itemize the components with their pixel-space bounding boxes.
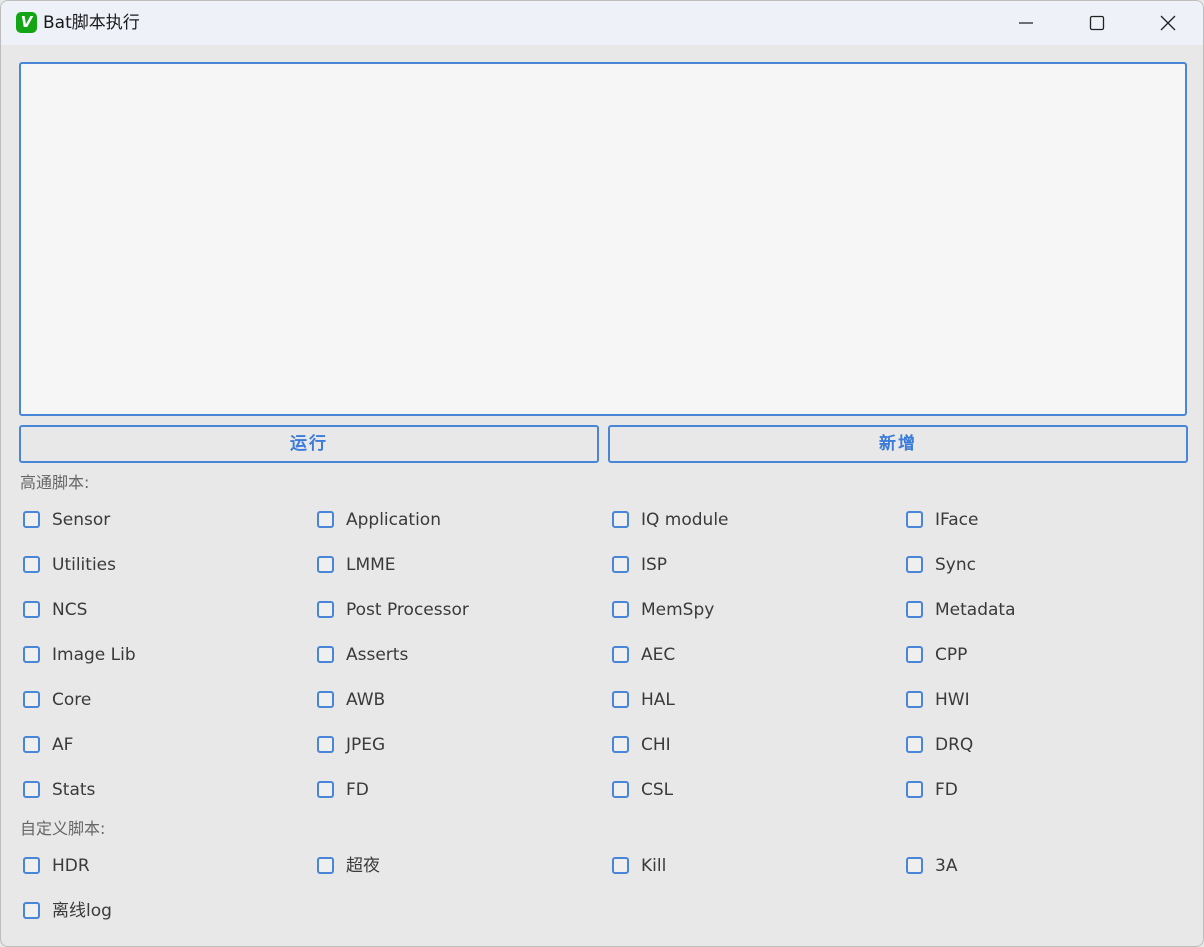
checkbox-box[interactable]: [23, 556, 40, 573]
checkbox-box[interactable]: [612, 556, 629, 573]
checkbox-box[interactable]: [906, 601, 923, 618]
checkbox-label: Sync: [935, 555, 976, 575]
checkbox-label: HAL: [641, 690, 675, 710]
checkbox-box[interactable]: [317, 646, 334, 663]
checkbox-box[interactable]: [317, 556, 334, 573]
app-window: V Bat脚本执行 运行 新增 高通脚本: Sensor Application I…: [0, 0, 1204, 947]
checkbox-label: Post Processor: [346, 600, 469, 620]
checkbox-label: 超夜: [346, 856, 380, 876]
app-logo-icon: V: [16, 12, 37, 33]
checkbox-box[interactable]: [612, 646, 629, 663]
qualcomm-scripts-label: 高通脚本:: [20, 473, 90, 492]
checkbox-label: CHI: [641, 735, 671, 755]
checkbox-label: AWB: [346, 690, 386, 710]
checkbox-label: DRQ: [935, 735, 974, 755]
checkbox-label: Asserts: [346, 645, 409, 665]
checkbox-box[interactable]: [906, 781, 923, 798]
checkbox-box[interactable]: [906, 736, 923, 753]
checkbox-label: MemSpy: [641, 600, 715, 620]
checkbox-label: AEC: [641, 645, 676, 665]
checkbox-label: Core: [52, 690, 92, 710]
minimize-icon: [1019, 22, 1033, 24]
checkbox-label: CPP: [935, 645, 968, 665]
checkbox-label: IQ module: [641, 510, 729, 530]
close-button[interactable]: [1133, 1, 1203, 45]
checkbox-box[interactable]: [23, 601, 40, 618]
checkbox-box[interactable]: [906, 511, 923, 528]
checkbox-label: Metadata: [935, 600, 1016, 620]
checkbox-label: 3A: [935, 856, 958, 876]
checkbox-label: Utilities: [52, 555, 116, 575]
checkbox-label: JPEG: [346, 735, 386, 755]
checkbox-box[interactable]: [612, 511, 629, 528]
checkbox-label: CSL: [641, 780, 674, 800]
checkbox-box[interactable]: [906, 691, 923, 708]
checkbox-box[interactable]: [906, 556, 923, 573]
checkbox-box[interactable]: [906, 646, 923, 663]
checkbox-box[interactable]: [317, 511, 334, 528]
minimize-button[interactable]: [991, 1, 1061, 45]
checkbox-label: HDR: [52, 856, 90, 876]
maximize-button[interactable]: [1062, 1, 1132, 45]
checkbox-box[interactable]: [23, 691, 40, 708]
checkbox-label: FD: [935, 780, 958, 800]
checkbox-box[interactable]: [23, 857, 40, 874]
checkbox-box[interactable]: [906, 857, 923, 874]
checkbox-box[interactable]: [612, 781, 629, 798]
checkbox-label: Sensor: [52, 510, 111, 530]
checkbox-label: HWI: [935, 690, 970, 710]
window-title: Bat脚本执行: [43, 13, 140, 33]
checkbox-box[interactable]: [23, 511, 40, 528]
checkbox-label: LMME: [346, 555, 396, 575]
checkbox-label: 离线log: [52, 901, 112, 921]
checkbox-label: AF: [52, 735, 74, 755]
checkbox-label: Image Lib: [52, 645, 136, 665]
checkbox-label: FD: [346, 780, 369, 800]
checkbox-label: IFace: [935, 510, 979, 530]
custom-scripts-label: 自定义脚本:: [20, 819, 106, 838]
checkbox-box[interactable]: [23, 902, 40, 919]
script-output-textarea[interactable]: [19, 62, 1187, 416]
checkbox-box[interactable]: [317, 601, 334, 618]
checkbox-box[interactable]: [612, 601, 629, 618]
checkbox-box[interactable]: [23, 781, 40, 798]
checkbox-box[interactable]: [317, 736, 334, 753]
checkbox-label: Stats: [52, 780, 96, 800]
checkbox-box[interactable]: [23, 646, 40, 663]
title-bar: V Bat脚本执行: [1, 1, 1203, 45]
checkbox-box[interactable]: [23, 736, 40, 753]
checkbox-label: ISP: [641, 555, 668, 575]
close-icon: [1160, 15, 1176, 31]
checkbox-label: NCS: [52, 600, 88, 620]
maximize-icon: [1089, 15, 1105, 31]
checkbox-label: Application: [346, 510, 441, 530]
add-button[interactable]: 新增: [608, 425, 1188, 463]
checkbox-box[interactable]: [317, 691, 334, 708]
checkbox-box[interactable]: [317, 857, 334, 874]
checkbox-box[interactable]: [612, 736, 629, 753]
run-button[interactable]: 运行: [19, 425, 599, 463]
checkbox-label: Kill: [641, 856, 667, 876]
checkbox-box[interactable]: [317, 781, 334, 798]
checkbox-box[interactable]: [612, 691, 629, 708]
checkbox-box[interactable]: [612, 857, 629, 874]
